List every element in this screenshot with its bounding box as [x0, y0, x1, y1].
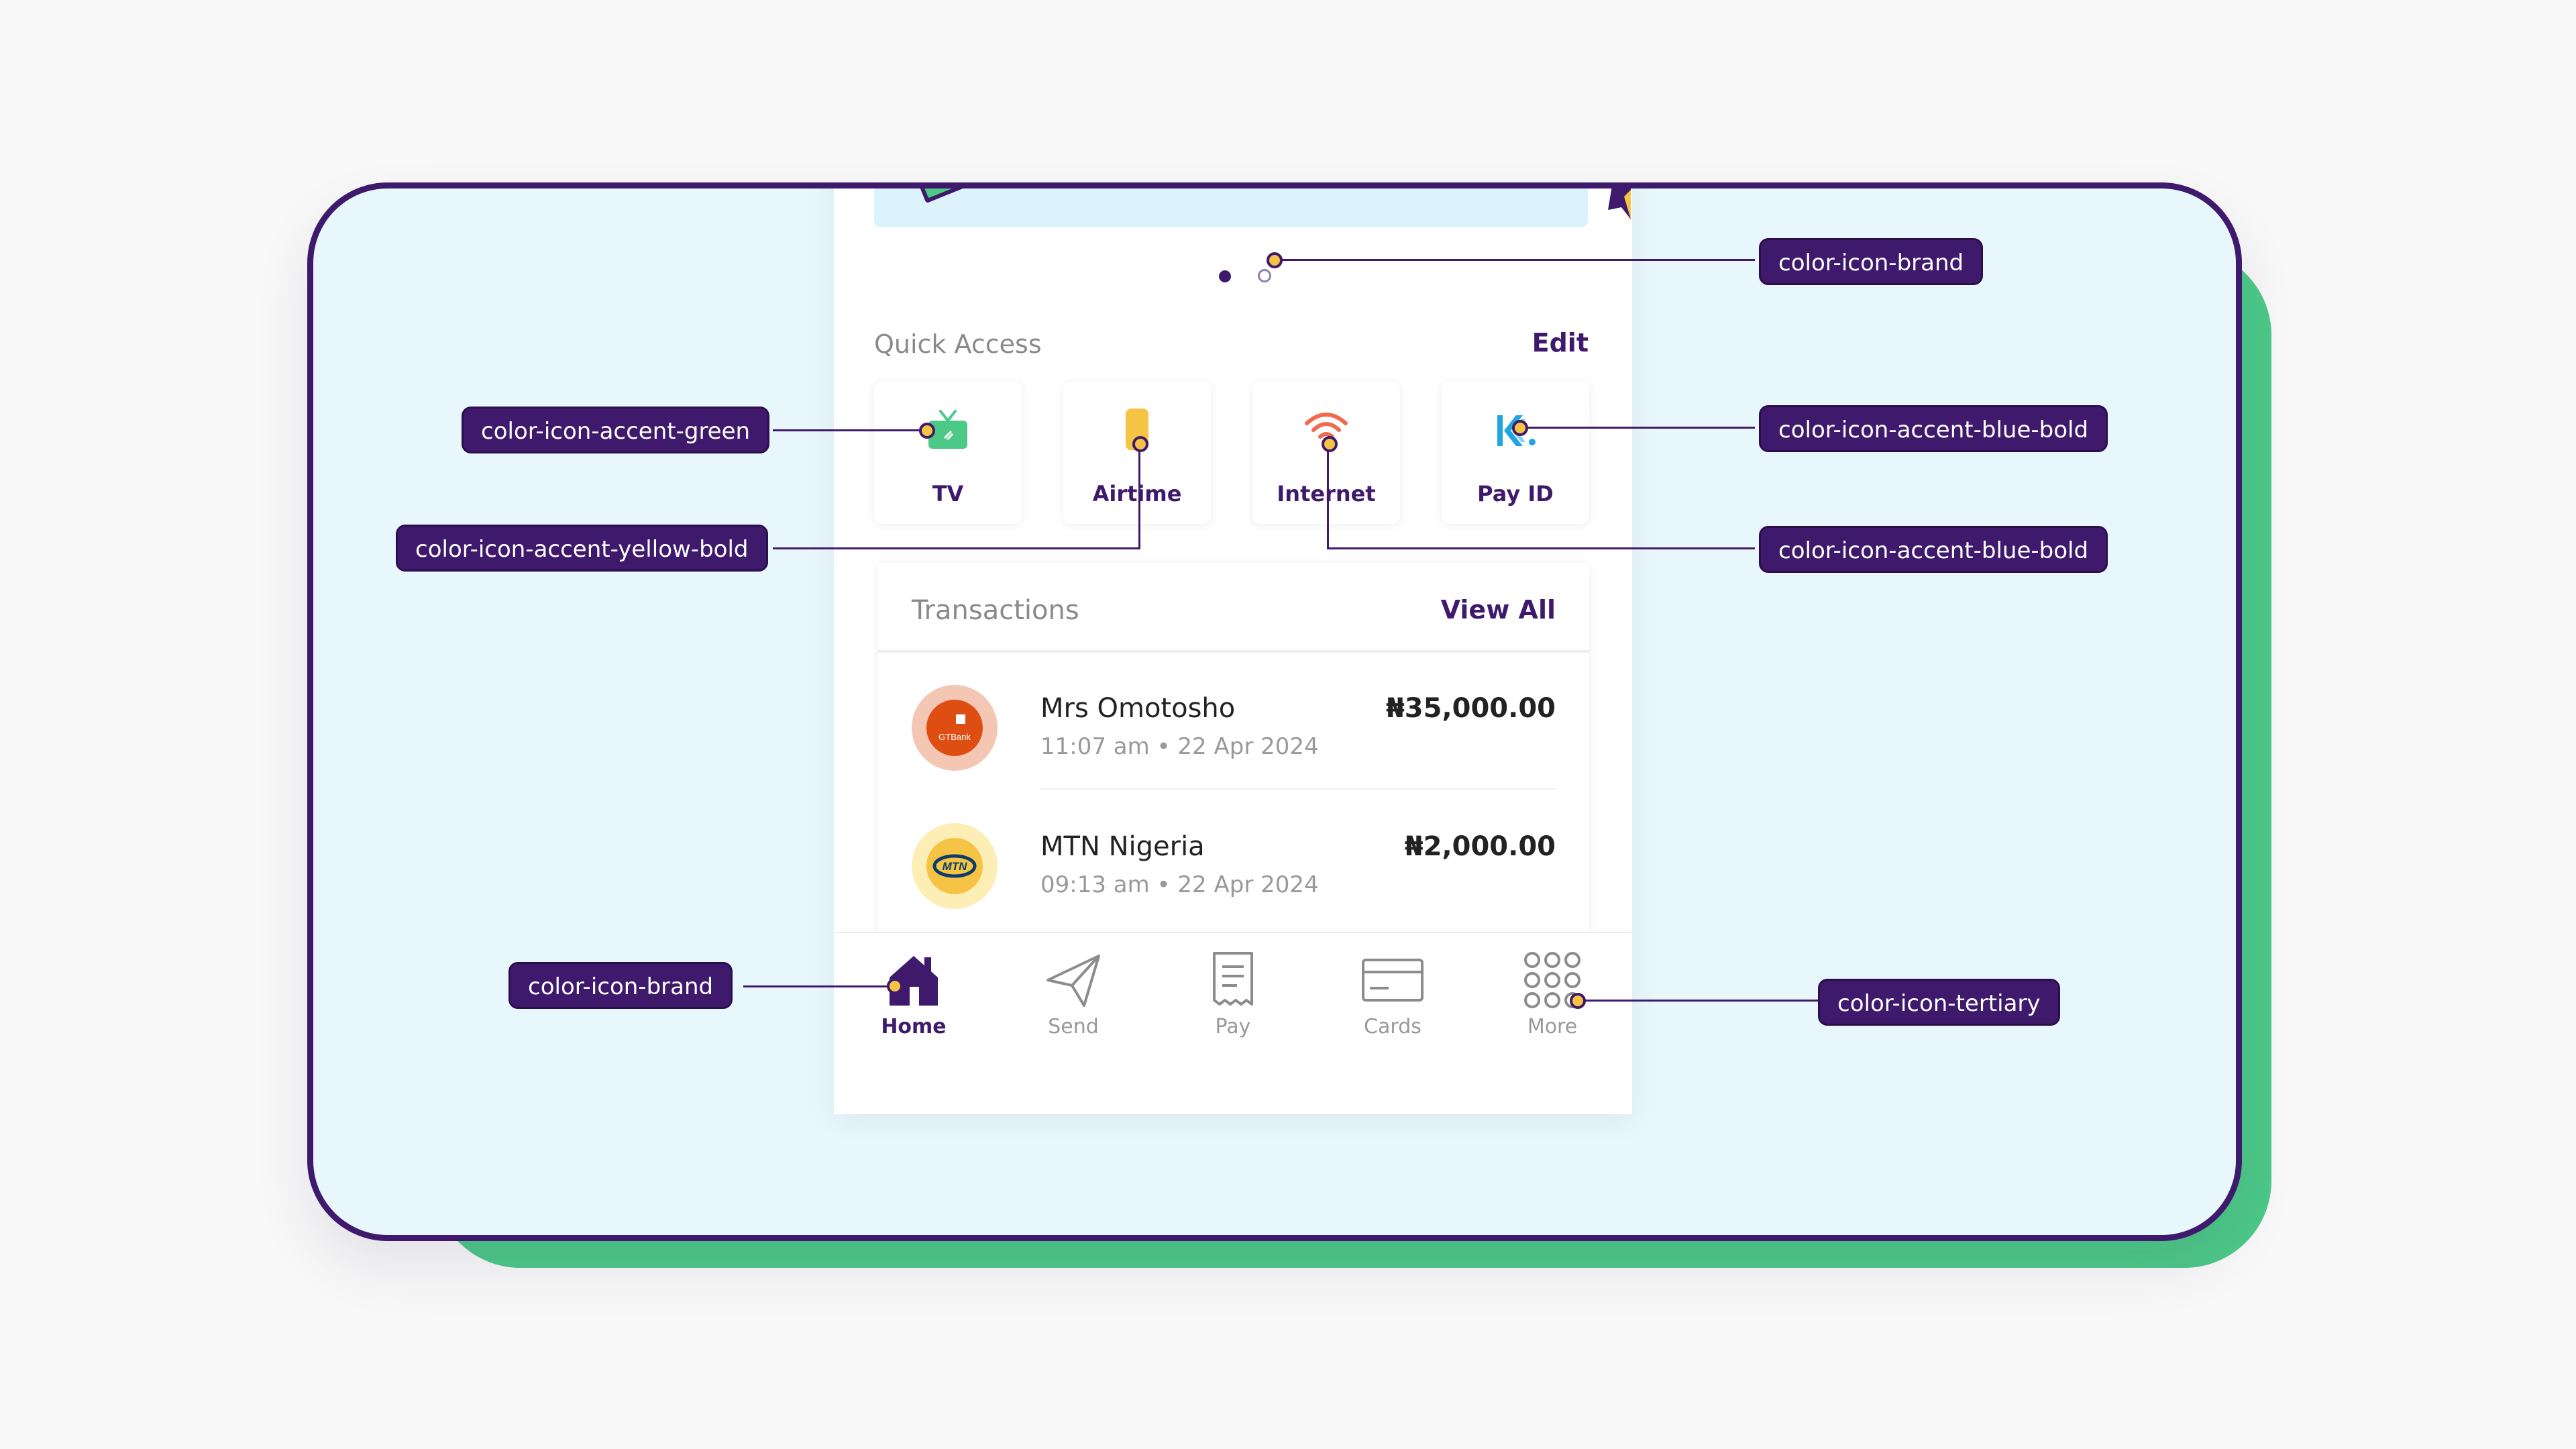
promo-corner-icon — [1608, 189, 1631, 219]
annotation-pin — [1132, 436, 1148, 452]
svg-text:MTN: MTN — [943, 860, 968, 873]
gtbank-avatar: GTBank — [912, 685, 998, 771]
nav-send[interactable]: Send — [994, 933, 1153, 1114]
nav-cards[interactable]: Cards — [1313, 933, 1472, 1114]
annotation-pin — [1512, 420, 1528, 436]
leader-line — [1275, 259, 1755, 261]
transactions-card: Transactions View All GTBank Mrs Omotosh… — [878, 563, 1589, 938]
transaction-amount: ₦35,000.00 — [1385, 693, 1556, 724]
transactions-title: Transactions — [912, 595, 1079, 626]
transaction-time: 09:13 am • 22 Apr 2024 — [1040, 871, 1319, 898]
gtbank-logo-icon: GTBank — [926, 700, 983, 756]
mtn-logo-icon: MTN — [926, 838, 983, 894]
transaction-row[interactable]: GTBank Mrs Omotosho 11:07 am • 22 Apr 20… — [912, 653, 1556, 790]
annotation-tag: color-icon-accent-yellow-bold — [396, 525, 768, 572]
receipt-icon — [1213, 952, 1253, 1006]
send-icon — [1046, 955, 1100, 1007]
quick-access-label: Pay ID — [1477, 481, 1554, 506]
nav-label: Pay — [1215, 1015, 1251, 1038]
quick-access-title: Quick Access — [874, 329, 1042, 359]
leader-line — [773, 547, 1140, 549]
leader-line — [773, 429, 924, 431]
annotation-tag: color-icon-accent-blue-bold — [1759, 526, 2108, 573]
quick-access-airtime[interactable]: Airtime — [1063, 382, 1211, 524]
carousel-dot[interactable] — [1258, 269, 1271, 282]
nav-label: More — [1527, 1015, 1578, 1038]
phone-screen: feature. Quick Access Edit TV A — [834, 182, 1632, 1114]
leader-line — [743, 985, 892, 987]
quick-access-internet[interactable]: Internet — [1252, 382, 1400, 524]
quick-access-label: Airtime — [1092, 481, 1182, 506]
promo-banner[interactable]: feature. — [874, 182, 1588, 227]
bottom-nav: Home Send Pay Cards More — [834, 932, 1632, 1114]
money-illustration-icon — [917, 189, 971, 203]
transaction-time: 11:07 am • 22 Apr 2024 — [1040, 733, 1319, 760]
showcase-frame: feature. Quick Access Edit TV A — [307, 182, 2242, 1241]
annotation-tag: color-icon-brand — [508, 962, 733, 1009]
quick-access-label: Internet — [1277, 481, 1376, 506]
leader-line — [1327, 444, 1329, 549]
quick-access-edit-button[interactable]: Edit — [1532, 328, 1589, 358]
annotation-tag: color-icon-tertiary — [1818, 979, 2060, 1026]
nav-label: Home — [881, 1015, 947, 1038]
mtn-avatar: MTN — [912, 823, 998, 909]
svg-text:GTBank: GTBank — [938, 732, 971, 742]
nav-label: Send — [1048, 1015, 1099, 1038]
transaction-amount: ₦2,000.00 — [1404, 831, 1556, 862]
quick-access-label: TV — [932, 481, 964, 506]
row-separator — [1040, 788, 1556, 790]
transaction-name: Mrs Omotosho — [1040, 693, 1236, 724]
nav-pay[interactable]: Pay — [1153, 933, 1313, 1114]
annotation-pin — [887, 978, 903, 994]
leader-line — [1580, 1000, 1818, 1002]
view-all-button[interactable]: View All — [1441, 595, 1556, 625]
nav-home[interactable]: Home — [834, 933, 994, 1114]
leader-line — [1138, 444, 1140, 549]
annotation-pin — [919, 423, 935, 439]
carousel-dot-active[interactable] — [1219, 270, 1231, 282]
quick-access-tv[interactable]: TV — [874, 382, 1022, 524]
nav-label: Cards — [1364, 1015, 1421, 1038]
card-icon — [1362, 959, 1424, 1002]
annotation-tag: color-icon-accent-blue-bold — [1759, 405, 2108, 452]
annotation-tag: color-icon-accent-green — [462, 407, 770, 453]
annotation-pin — [1267, 252, 1283, 268]
transaction-row[interactable]: MTN MTN Nigeria 09:13 am • 22 Apr 2024 ₦… — [912, 791, 1556, 928]
annotation-pin — [1322, 436, 1338, 452]
promo-text: feature. — [1020, 182, 1099, 189]
quick-access-payid[interactable]: Pay ID — [1442, 382, 1589, 524]
annotation-pin — [1570, 993, 1586, 1009]
nav-more[interactable]: More — [1472, 933, 1632, 1114]
leader-line — [1327, 547, 1755, 549]
transaction-name: MTN Nigeria — [1040, 831, 1205, 862]
annotation-tag: color-icon-brand — [1759, 238, 1984, 285]
leader-line — [1523, 427, 1755, 429]
